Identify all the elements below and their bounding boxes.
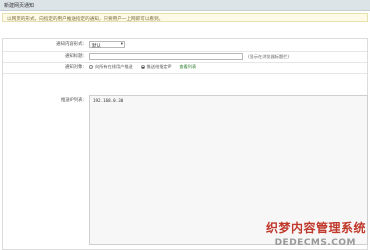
window-titlebar: 新建网页通知: [0, 0, 370, 11]
notice-text: 以网页的形式，向指定的用户推送指定的通知，只要用户一上网即可以看到。: [7, 16, 164, 22]
target-radio-group: 向所有在线用户推送 推送给指定IP 查看列表: [89, 64, 196, 70]
content-type-value: 默认: [92, 43, 101, 49]
title-hint: (显示在浏览器标题栏): [248, 53, 289, 59]
ip-list-value: 192.168.0.30: [93, 98, 124, 103]
notice-banner: 以网页的形式，向指定的用户推送指定的通知，只要用户一上网即可以看到。: [2, 13, 368, 22]
target-option-all: 向所有在线用户推送: [95, 64, 133, 69]
title-label: 通知标题:: [64, 54, 84, 59]
target-option-ip: 推送给指定IP: [146, 64, 172, 69]
content-type-label: 通知内容形式:: [56, 42, 84, 47]
row-target: 通知对象: 向所有在线用户推送 推送给指定IP 查看列表: [3, 62, 367, 74]
target-label: 通知对象:: [64, 65, 84, 70]
target-radio-ip[interactable]: [140, 65, 145, 69]
content-type-select[interactable]: 默认 ▾: [89, 41, 125, 49]
watermark-domain: DEDECMS.COM: [274, 238, 356, 248]
title-input[interactable]: [89, 52, 243, 60]
target-radio-all[interactable]: [89, 65, 93, 69]
view-list-link[interactable]: 查看列表: [179, 64, 196, 70]
window-title: 新建网页通知: [4, 3, 35, 9]
chevron-down-icon: ▾: [120, 42, 123, 47]
ip-list-label: 推送IP列表:: [61, 98, 84, 103]
watermark-title: 织梦内容管理系统: [265, 221, 366, 235]
